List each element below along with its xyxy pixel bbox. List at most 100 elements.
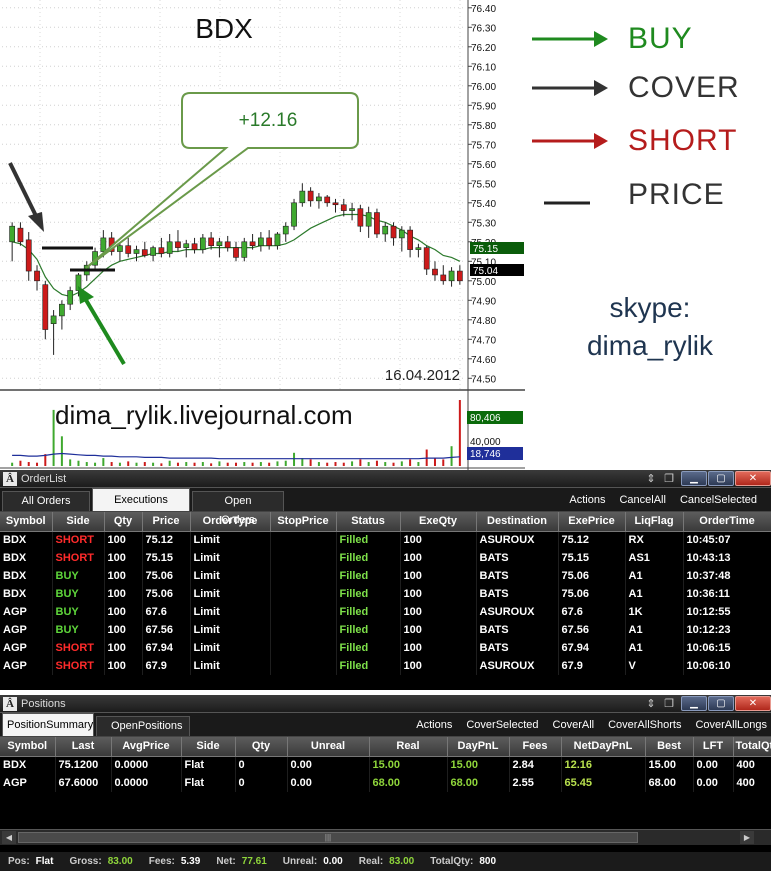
scroll-thumb[interactable]: ||| xyxy=(18,832,638,843)
column-header-real[interactable]: Real xyxy=(369,737,448,757)
cancel-all-button[interactable]: CancelAll xyxy=(619,494,665,506)
minimize-button[interactable]: ▁ xyxy=(681,471,707,486)
column-header-liqflag[interactable]: LiqFlag xyxy=(625,512,684,532)
orderlist-actions-menu[interactable]: Actions xyxy=(569,494,605,506)
column-header-last[interactable]: Last xyxy=(55,737,112,757)
cell-best: 15.00 xyxy=(645,756,694,774)
tab-open-positions[interactable]: OpenPositions xyxy=(96,716,190,736)
orderlist-tabbar: All Orders Executions Open Orders Action… xyxy=(0,488,771,526)
tab-executions[interactable]: Executions xyxy=(92,488,190,511)
orderlist-titlebar: Â OrderList ⇕ ❐ ▁ ▢ ✕ xyxy=(0,470,771,488)
column-header-qty[interactable]: Qty xyxy=(104,512,143,532)
cell-liqflag: 1K xyxy=(625,603,684,621)
column-header-exeprice[interactable]: ExePrice xyxy=(558,512,626,532)
scroll-left-icon[interactable]: ◀ xyxy=(2,831,16,844)
candle-body xyxy=(440,274,447,282)
column-header-ordertime[interactable]: OrderTime xyxy=(683,512,771,532)
y-tick-label: 75.70 xyxy=(471,140,496,151)
candle-body xyxy=(448,270,455,282)
column-header-netdaypnl[interactable]: NetDayPnL xyxy=(561,737,646,757)
column-header-fees[interactable]: Fees xyxy=(509,737,562,757)
tab-position-summary[interactable]: PositionSummary xyxy=(2,713,94,736)
vol-tag-lower: 18,746 xyxy=(470,449,501,460)
column-header-price[interactable]: Price xyxy=(142,512,191,532)
candle-body xyxy=(415,247,422,250)
column-header-avgprice[interactable]: AvgPrice xyxy=(111,737,182,757)
execution-row[interactable]: BDX SHORT 100 75.15 Limit Filled 100 BATS 75.15 A… xyxy=(0,549,771,567)
cell-exeqty: 100 xyxy=(400,621,477,639)
cell-daypnl: 15.00 xyxy=(447,756,510,774)
execution-row[interactable]: BDX SHORT 100 75.12 Limit Filled 100 ASUROUX 75.… xyxy=(0,531,771,549)
restore-small-icon[interactable]: ❐ xyxy=(662,472,676,486)
volume-bar xyxy=(185,462,188,466)
cell-real: 68.00 xyxy=(369,774,448,792)
buy-legend-arrow-icon xyxy=(532,31,608,47)
position-row[interactable]: AGP 67.6000 0.0000 Flat 0 0.00 68.00 68.00 2.55 6… xyxy=(0,774,771,792)
cell-best: 68.00 xyxy=(645,774,694,792)
y-tick-label: 74.90 xyxy=(471,296,496,307)
restore-small-icon[interactable]: ❐ xyxy=(662,697,676,711)
tab-open-orders[interactable]: Open Orders xyxy=(192,491,284,526)
cell-status: Filled xyxy=(336,603,401,621)
execution-row[interactable]: AGP BUY 100 67.6 Limit Filled 100 ASUROUX 67.6 1K… xyxy=(0,603,771,621)
column-header-unreal[interactable]: Unreal xyxy=(287,737,370,757)
column-header-daypnl[interactable]: DayPnL xyxy=(447,737,510,757)
column-header-symbol[interactable]: Symbol xyxy=(0,737,56,757)
app-logo-icon: Â xyxy=(3,471,17,486)
candle-body xyxy=(299,190,306,204)
cell-side: SHORT xyxy=(52,639,105,657)
chart-symbol: BDX xyxy=(195,13,253,44)
minimize-button[interactable]: ▁ xyxy=(681,696,707,711)
cell-real: 15.00 xyxy=(369,756,448,774)
execution-row[interactable]: BDX BUY 100 75.06 Limit Filled 100 BATS 75.06 A1 1… xyxy=(0,567,771,585)
column-header-symbol[interactable]: Symbol xyxy=(0,512,53,532)
position-row[interactable]: BDX 75.1200 0.0000 Flat 0 0.00 15.00 15.00 2.84 1… xyxy=(0,756,771,774)
vol-tag-mid: 40,000 xyxy=(470,437,501,448)
scroll-right-icon[interactable]: ▶ xyxy=(740,831,754,844)
pin-icon[interactable]: ⇕ xyxy=(644,472,658,486)
execution-row[interactable]: AGP SHORT 100 67.9 Limit Filled 100 ASUROUX 67.9… xyxy=(0,657,771,675)
candle-body xyxy=(34,270,40,282)
cell-liqflag: A1 xyxy=(625,585,684,603)
candle-body xyxy=(266,237,273,246)
close-button[interactable]: ✕ xyxy=(735,696,771,711)
close-button[interactable]: ✕ xyxy=(735,471,771,486)
column-header-exeqty[interactable]: ExeQty xyxy=(400,512,477,532)
column-header-lft[interactable]: LFT xyxy=(693,737,734,757)
tab-all-orders[interactable]: All Orders xyxy=(2,491,90,511)
maximize-button[interactable]: ▢ xyxy=(708,471,734,486)
pin-icon[interactable]: ⇕ xyxy=(644,697,658,711)
y-tick-label: 75.30 xyxy=(471,218,496,229)
candle-body xyxy=(125,245,132,254)
cover-all-shorts-button[interactable]: CoverAllShorts xyxy=(608,719,681,731)
cell-symbol: BDX xyxy=(0,531,53,549)
cancel-selected-button[interactable]: CancelSelected xyxy=(680,494,757,506)
positions-hscrollbar[interactable]: ◀ ||| ▶ xyxy=(0,829,771,845)
cover-all-button[interactable]: CoverAll xyxy=(553,719,595,731)
cover-all-longs-button[interactable]: CoverAllLongs xyxy=(695,719,767,731)
column-header-side[interactable]: Side xyxy=(181,737,236,757)
column-header-status[interactable]: Status xyxy=(336,512,401,532)
positions-actions-menu[interactable]: Actions xyxy=(416,719,452,731)
candle-body xyxy=(199,237,206,250)
cell-qty: 100 xyxy=(104,585,143,603)
orderlist-panel: Â OrderList ⇕ ❐ ▁ ▢ ✕ All Orders Executi… xyxy=(0,470,771,690)
column-header-best[interactable]: Best xyxy=(645,737,694,757)
status-real: Real: 83.00 xyxy=(358,856,415,867)
column-header-stopprice[interactable]: StopPrice xyxy=(270,512,337,532)
column-header-qty[interactable]: Qty xyxy=(235,737,288,757)
execution-row[interactable]: AGP SHORT 100 67.94 Limit Filled 100 BATS 67.94 A… xyxy=(0,639,771,657)
maximize-button[interactable]: ▢ xyxy=(708,696,734,711)
status-net: Net: 77.61 xyxy=(216,856,267,867)
cell-side: SHORT xyxy=(52,657,105,675)
execution-row[interactable]: BDX BUY 100 75.06 Limit Filled 100 BATS 75.06 A1 1… xyxy=(0,585,771,603)
cover-selected-button[interactable]: CoverSelected xyxy=(466,719,538,731)
volume-bar xyxy=(102,458,105,466)
column-header-side[interactable]: Side xyxy=(52,512,105,532)
volume-bar xyxy=(235,462,237,466)
column-header-destination[interactable]: Destination xyxy=(476,512,559,532)
price-legend-line-icon xyxy=(544,201,590,205)
execution-row[interactable]: AGP BUY 100 67.56 Limit Filled 100 BATS 67.56 A1 1… xyxy=(0,621,771,639)
column-header-totalqt[interactable]: TotalQt xyxy=(733,737,771,757)
candle-body xyxy=(307,190,314,202)
